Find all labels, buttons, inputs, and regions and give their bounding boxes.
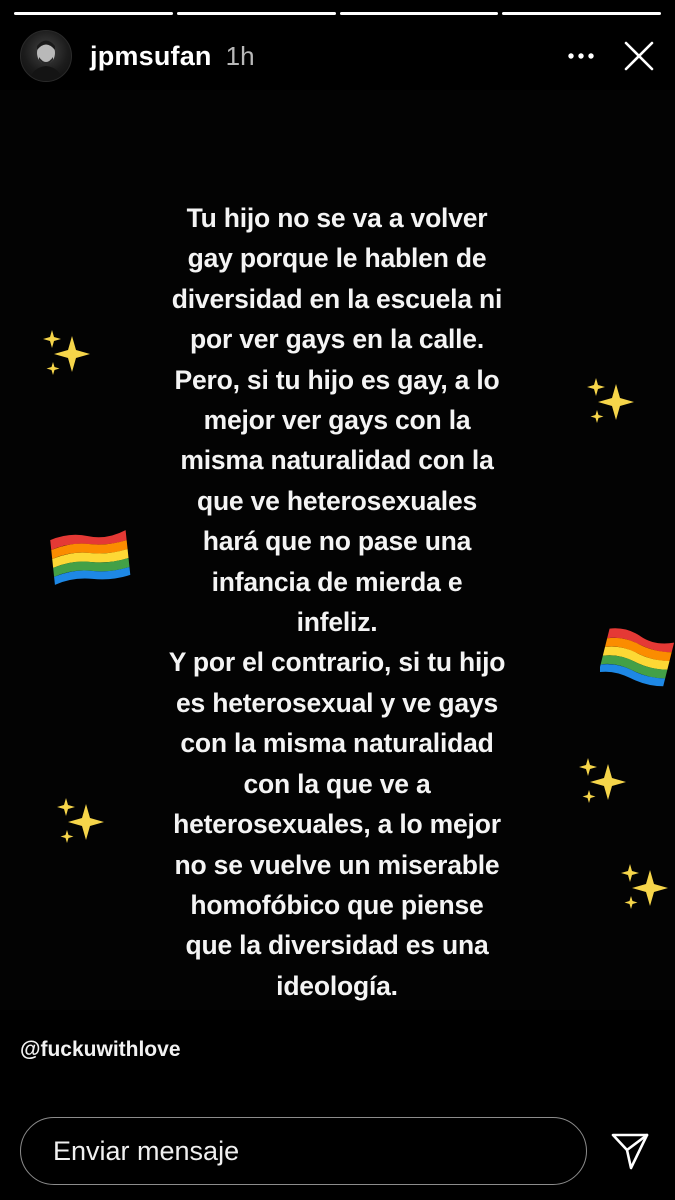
progress-segment bbox=[176, 12, 336, 15]
story-line: Tu hijo no se va a volver bbox=[186, 203, 488, 233]
story-header: jpmsufan 1h bbox=[20, 30, 659, 82]
sparkles-icon bbox=[43, 330, 90, 375]
story-line: Pero, si tu hijo es gay, a lo bbox=[174, 364, 500, 395]
avatar-portrait-icon bbox=[29, 40, 63, 81]
story-line: con la que ve a bbox=[243, 768, 431, 799]
rainbow-flag-icon bbox=[600, 628, 674, 687]
story-line: misma naturalidad con la bbox=[180, 445, 494, 476]
story-line: ideología. bbox=[276, 970, 398, 1001]
sparkles-icon bbox=[579, 758, 626, 803]
story-line: es heterosexual y ve gays bbox=[175, 687, 499, 718]
close-icon bbox=[624, 41, 654, 71]
send-button[interactable] bbox=[601, 1122, 659, 1180]
progress-fill bbox=[339, 12, 499, 15]
story-line: diversidad en la escuela ni bbox=[171, 283, 503, 314]
rainbow-flag-icon bbox=[50, 530, 131, 585]
story-line: gay porque le hablen de bbox=[187, 243, 487, 274]
send-icon bbox=[611, 1133, 649, 1170]
story-line: no se vuelve un miserable bbox=[174, 849, 500, 880]
username[interactable]: jpmsufan bbox=[90, 41, 212, 72]
progress-segment bbox=[14, 12, 173, 15]
story-line: por ver gays en la calle. bbox=[189, 324, 485, 355]
post-time: 1h bbox=[225, 40, 255, 71]
sparkles-icon bbox=[621, 864, 668, 909]
sparkles-icon bbox=[57, 798, 104, 843]
progress-segment bbox=[502, 12, 661, 15]
avatar[interactable] bbox=[20, 30, 72, 82]
mention-tag[interactable]: @fuckuwithlove bbox=[20, 1038, 181, 1062]
story-progress-bar bbox=[14, 12, 661, 15]
story-line: infancia de mierda e bbox=[211, 566, 463, 597]
story-line: infeliz. bbox=[296, 607, 378, 638]
close-button[interactable] bbox=[619, 36, 659, 76]
story-footer bbox=[20, 1116, 659, 1186]
progress-fill bbox=[502, 12, 661, 15]
story-line: que la diversidad es una bbox=[185, 930, 489, 961]
story-line: con la misma naturalidad bbox=[180, 728, 494, 759]
story-line: que ve heterosexuales bbox=[196, 485, 478, 516]
progress-segment bbox=[339, 12, 499, 15]
story-text: Tu hijo no se va a volver gay porque le … bbox=[112, 198, 562, 1006]
more-options-button[interactable] bbox=[561, 36, 601, 76]
progress-fill bbox=[14, 12, 173, 15]
story-line: homofóbico que piense bbox=[190, 889, 484, 920]
story-line: hará que no pase una bbox=[202, 526, 472, 557]
progress-fill bbox=[176, 12, 336, 15]
more-horizontal-icon bbox=[568, 53, 594, 59]
story-line: heterosexuales, a lo mejor bbox=[173, 809, 501, 840]
story-line: Y por el contrario, si tu hijo bbox=[168, 647, 506, 678]
story-line: mejor ver gays con la bbox=[203, 405, 471, 436]
message-input[interactable] bbox=[20, 1117, 587, 1185]
sparkles-icon bbox=[587, 378, 634, 423]
